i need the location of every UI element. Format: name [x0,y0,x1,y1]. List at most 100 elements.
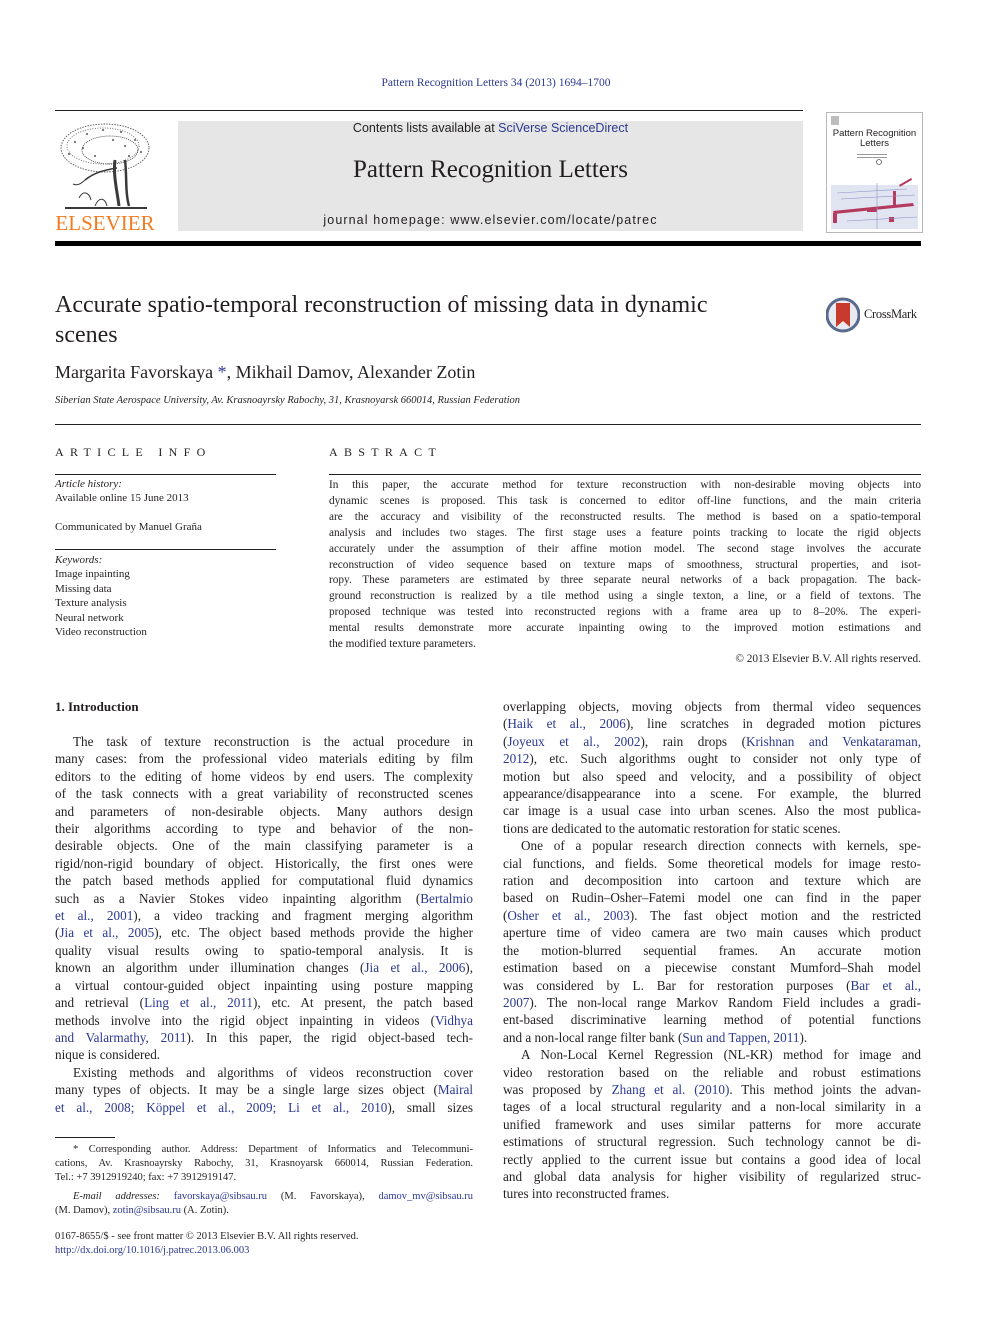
citation-link[interactable]: 2007 [503,995,529,1010]
text-run: video restoration based on the reliable … [503,1064,921,1080]
text-run: tures into reconstructed frames. [503,1186,670,1202]
text-line: many types of objects. It may be a singl… [55,1081,473,1098]
journal-homepage-link[interactable]: journal homepage: www.elsevier.com/locat… [178,213,803,227]
citation-link[interactable]: Jia et al., 2005 [59,925,154,940]
text-line: ent-based discriminative learning method… [503,1011,921,1028]
text-run: and parameters of non-desirable objects.… [55,803,473,819]
text-line: tions are dedicated to the automatic res… [503,820,921,837]
text-line: The task of texture reconstruction is th… [55,733,473,750]
intro-paragraph-1: The task of texture reconstruction is th… [55,733,473,1064]
sciencedirect-link[interactable]: SciVerse ScienceDirect [498,121,628,135]
text-line: unified framework and uses similar patte… [503,1116,921,1133]
text-line: and parameters of non-desirable objects.… [55,803,473,820]
crossmark-icon [826,297,860,333]
text-line: analysis and includes two stages. The fi… [329,526,921,539]
footnote-rule [55,1137,115,1138]
text-line: of the task connects with a great variab… [55,785,473,802]
text-run: tions are dedicated to the automatic res… [503,820,841,836]
text-line: rectly applied to the current issue but … [503,1151,921,1168]
text-run: E-mail addresses: [73,1190,174,1202]
article-title: Accurate spatio-temporal reconstruction … [55,290,815,350]
keyword-item: Video reconstruction [55,626,147,638]
text-run: ), a video tracking and fragment merging… [133,908,473,924]
citation-link[interactable]: and Valarmathy, 2011 [55,1030,187,1045]
text-line: aperture time of video camera are two ma… [503,924,921,941]
text-run: was proposed by [503,1081,612,1097]
citation-link[interactable]: 2012 [503,751,529,766]
text-run: and a non-local range filter bank ( [503,1029,683,1045]
citation-link[interactable]: Mairal [438,1082,473,1097]
elsevier-tree-icon [60,123,150,209]
text-run: Tel.: +7 3912919240; fax: +7 3912919147. [55,1172,237,1184]
citation-link[interactable]: damov_mv@sibsau.ru [378,1191,473,1202]
citation-link[interactable]: Jia et al., 2006 [364,960,465,975]
citation-link[interactable]: Sun and Tappen, 2011 [682,1030,799,1045]
elsevier-wordmark: ELSEVIER [55,211,155,235]
text-line: In this paper, the accurate method for t… [329,479,921,491]
citation-link[interactable]: favorskaya@sibsau.ru [174,1191,267,1202]
text-line: (Osher et al., 2003). The fast object mo… [503,907,921,924]
citation-link[interactable]: et al., 2008; Köppel et al., 2009; Li et… [55,1100,387,1115]
text-run: based on Rudin–Osher–Fatemi model one ca… [503,890,921,906]
crossmark-label: CrossMark [864,307,917,321]
text-line: ration and decomposition into cartoon an… [503,872,921,889]
text-run: ration and decomposition into cartoon an… [503,873,921,889]
doi-link[interactable]: http://dx.doi.org/10.1016/j.patrec.2013.… [55,1244,358,1258]
text-run: estimations of structural regression. Su… [503,1134,921,1150]
text-run: The task of texture reconstruction is th… [73,734,473,749]
citation-link[interactable]: et al., 2001 [55,908,133,923]
text-line: based on Rudin–Osher–Fatemi model one ca… [503,889,921,906]
citation-link[interactable]: zotin@sibsau.ru [113,1205,181,1216]
text-line: a virtual contour-guided object inpainti… [55,977,473,994]
running-head-citation[interactable]: Pattern Recognition Letters 34 (2013) 16… [0,77,992,89]
text-line: the motion-blurred sequential frames. An… [503,942,921,959]
text-line: 2012), etc. Such algorithms ought to con… [503,750,921,767]
text-line: * Corresponding author. Address: Departm… [55,1143,473,1157]
article-info-rule [55,474,276,475]
text-line: their algorithms according to type and b… [55,820,473,837]
text-run: car image is a usual case into urban sce… [503,803,921,819]
corresponding-author-mark[interactable]: * [218,362,227,382]
text-line: and retrieval (Ling et al., 2011), etc. … [55,994,473,1011]
text-run: the motion-blurred sequential frames. An… [503,942,921,958]
elsevier-logo[interactable]: ELSEVIER [55,120,155,235]
text-run: * Corresponding author. Address: Departm… [73,1144,473,1155]
text-run: aperture time of video camera are two ma… [503,925,921,941]
text-line: editors to the editing of home videos by… [55,768,473,785]
crossmark-button[interactable]: CrossMark [826,297,926,333]
text-run: ). The fast object motion and the restri… [629,907,922,923]
author-first[interactable]: Margarita Favorskaya [55,362,218,382]
text-line: the modified texture parameters. [329,638,476,651]
citation-link[interactable]: Osher et al., 2003 [507,908,629,923]
text-line: (Haik et al., 2006), line scratches in d… [503,715,921,732]
abstract-body: In this paper, the accurate method for t… [329,478,921,653]
citation-link[interactable]: Bertalmio [420,891,473,906]
text-run: Existing methods and algorithms of video… [73,1065,473,1080]
keyword-item: Neural network [55,611,124,624]
text-run: overlapping objects, moving objects from… [503,699,921,714]
citation-link[interactable]: Ling et al., 2011 [144,995,253,1010]
journal-cover-thumbnail[interactable]: Pattern Recognition Letters [826,112,923,233]
text-run: their algorithms according to type and b… [55,821,473,837]
intro-paragraph-4: A Non-Local Kernel Regression (NL-KR) me… [503,1046,921,1203]
citation-link[interactable]: Joyeux et al., 2002 [507,734,640,749]
text-line: reconstruction of video sequence based o… [329,558,921,571]
citation-link[interactable]: Krishnan and Venkataraman, [746,734,921,749]
abstract-rule [329,474,921,475]
masthead-top-rule [55,110,803,111]
citation-link[interactable]: Vidhya [435,1013,473,1028]
text-run: was considered by L. Bar for restoration… [503,977,851,993]
text-run: cations, Av. Krasnoayrsky Rabochy, 31, K… [55,1158,473,1170]
text-line: such as a Navier Stokes video inpainting… [55,890,473,907]
article-title-line1: Accurate spatio-temporal reconstruction … [55,292,708,318]
text-run: ), small sizes [387,1099,473,1115]
text-line: A Non-Local Kernel Regression (NL-KR) me… [503,1046,921,1063]
text-line: the patch based methods applied for comp… [55,872,473,889]
citation-link[interactable]: Haik et al., 2006 [507,716,625,731]
citation-link[interactable]: Bar et al., [851,978,921,993]
text-run: One of a popular research direction conn… [521,838,921,854]
text-line: tures into reconstructed frames. [503,1185,921,1202]
citation-link[interactable]: Zhang et al. (2010) [612,1082,730,1097]
keywords-label: Keywords: [55,554,103,566]
author-others[interactable]: , Mikhail Damov, Alexander Zotin [227,362,476,382]
